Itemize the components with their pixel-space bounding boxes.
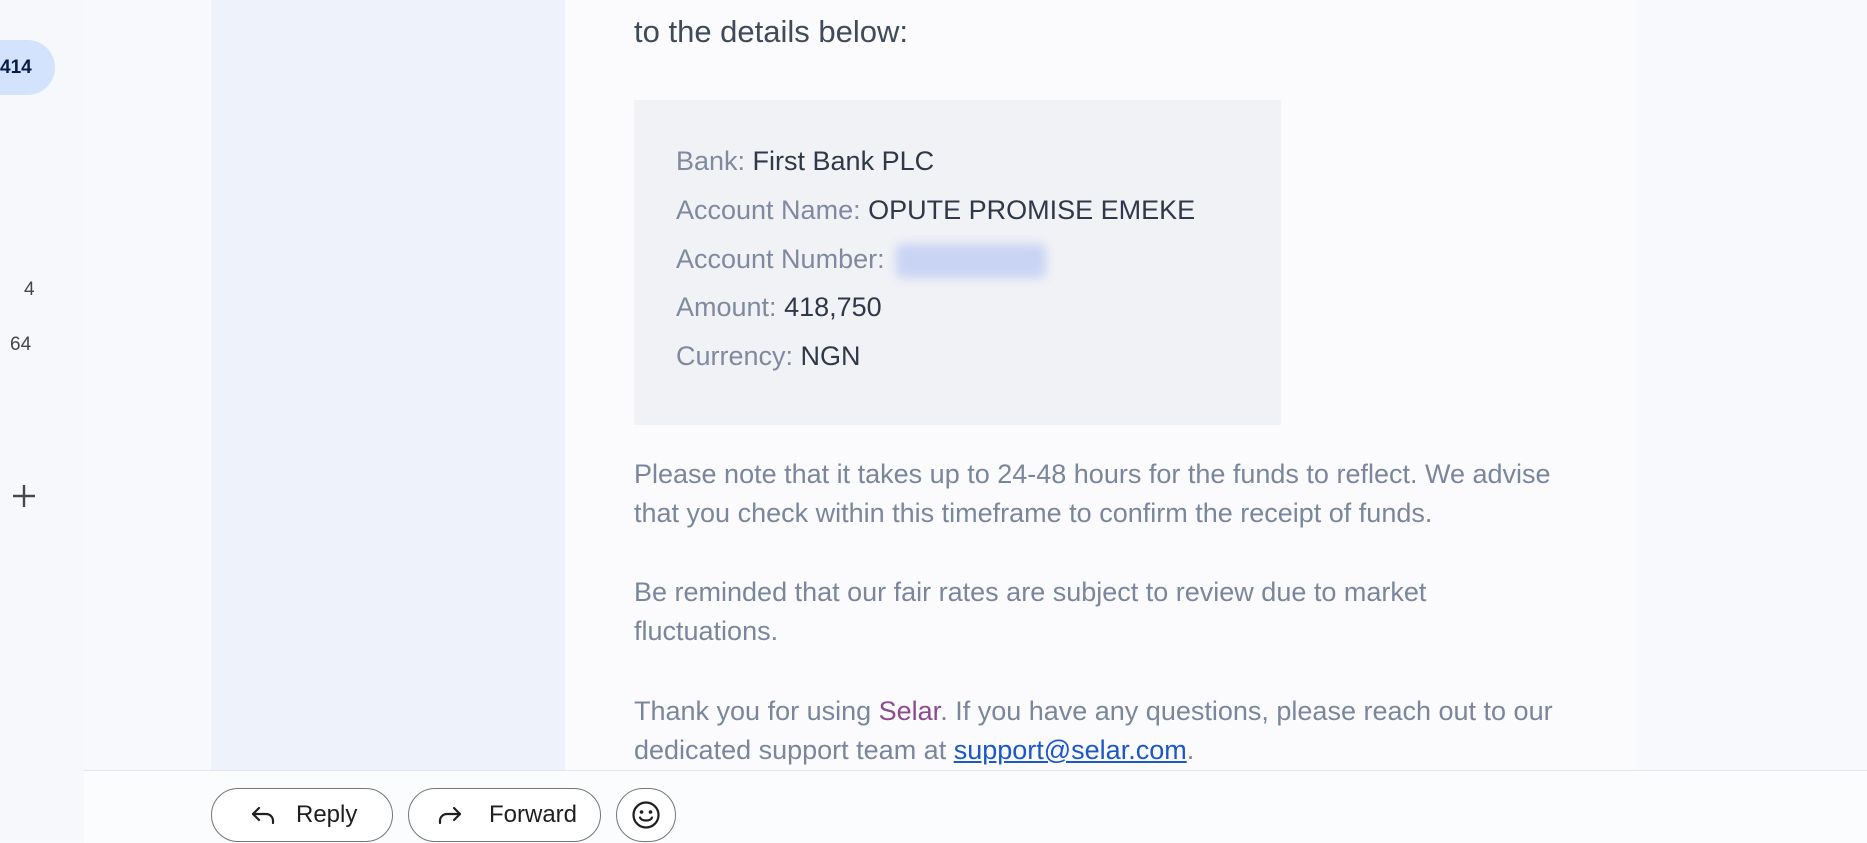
reply-icon xyxy=(251,806,275,825)
nav-item-count: 64 xyxy=(10,334,32,355)
support-email-link[interactable]: support@selar.com xyxy=(954,735,1187,765)
detail-row-currency: Currency: NGN xyxy=(676,341,861,372)
forward-label: Forward xyxy=(489,801,578,828)
nav-item-count: 4 xyxy=(24,279,35,300)
reply-label: Reply xyxy=(296,801,358,828)
detail-row-account-number: Account Number: xyxy=(676,244,1047,278)
detail-row-account-name: Account Name: OPUTE PROMISE EMEKE xyxy=(676,195,1195,226)
forward-button[interactable]: Forward xyxy=(408,788,601,842)
rates-reminder: Be reminded that our fair rates are subj… xyxy=(634,577,1427,646)
detail-label: Amount: xyxy=(676,292,785,322)
processing-time-note: Please note that it takes up to 24-48 ho… xyxy=(634,459,1551,528)
left-navigation: 414 4 64 xyxy=(0,0,84,842)
detail-value: 418,750 xyxy=(784,292,882,322)
bank-details-box: Bank: First Bank PLC Account Name: OPUTE… xyxy=(634,100,1281,425)
email-body: to the details below: Bank: First Bank P… xyxy=(565,0,1636,770)
forward-icon xyxy=(438,806,462,825)
detail-label: Currency: xyxy=(676,341,801,371)
redacted-account-number xyxy=(896,244,1047,278)
detail-row-bank: Bank: First Bank PLC xyxy=(676,146,934,177)
detail-value: NGN xyxy=(800,341,861,371)
detail-label: Bank: xyxy=(676,146,753,176)
unread-count-badge[interactable]: 414 xyxy=(0,40,55,95)
message-action-bar: Reply Forward xyxy=(84,770,1867,843)
email-intro: to the details below: xyxy=(634,14,909,49)
thank-you-message: Thank you for using Selar. If you have a… xyxy=(634,692,1574,770)
brand-name: Selar xyxy=(878,696,941,726)
unread-count: 414 xyxy=(0,57,32,78)
plus-icon[interactable] xyxy=(10,478,38,514)
emoji-reaction-button[interactable] xyxy=(616,788,676,842)
detail-value: OPUTE PROMISE EMEKE xyxy=(868,195,1196,225)
emoji-smile-icon xyxy=(632,801,660,829)
thanks-suffix: . xyxy=(1186,735,1195,765)
reply-button[interactable]: Reply xyxy=(211,788,393,842)
thanks-prefix: Thank you for using xyxy=(634,696,879,726)
detail-value: First Bank PLC xyxy=(752,146,935,176)
detail-label: Account Name: xyxy=(676,195,869,225)
detail-label: Account Number: xyxy=(676,244,893,275)
detail-row-amount: Amount: 418,750 xyxy=(676,292,882,323)
